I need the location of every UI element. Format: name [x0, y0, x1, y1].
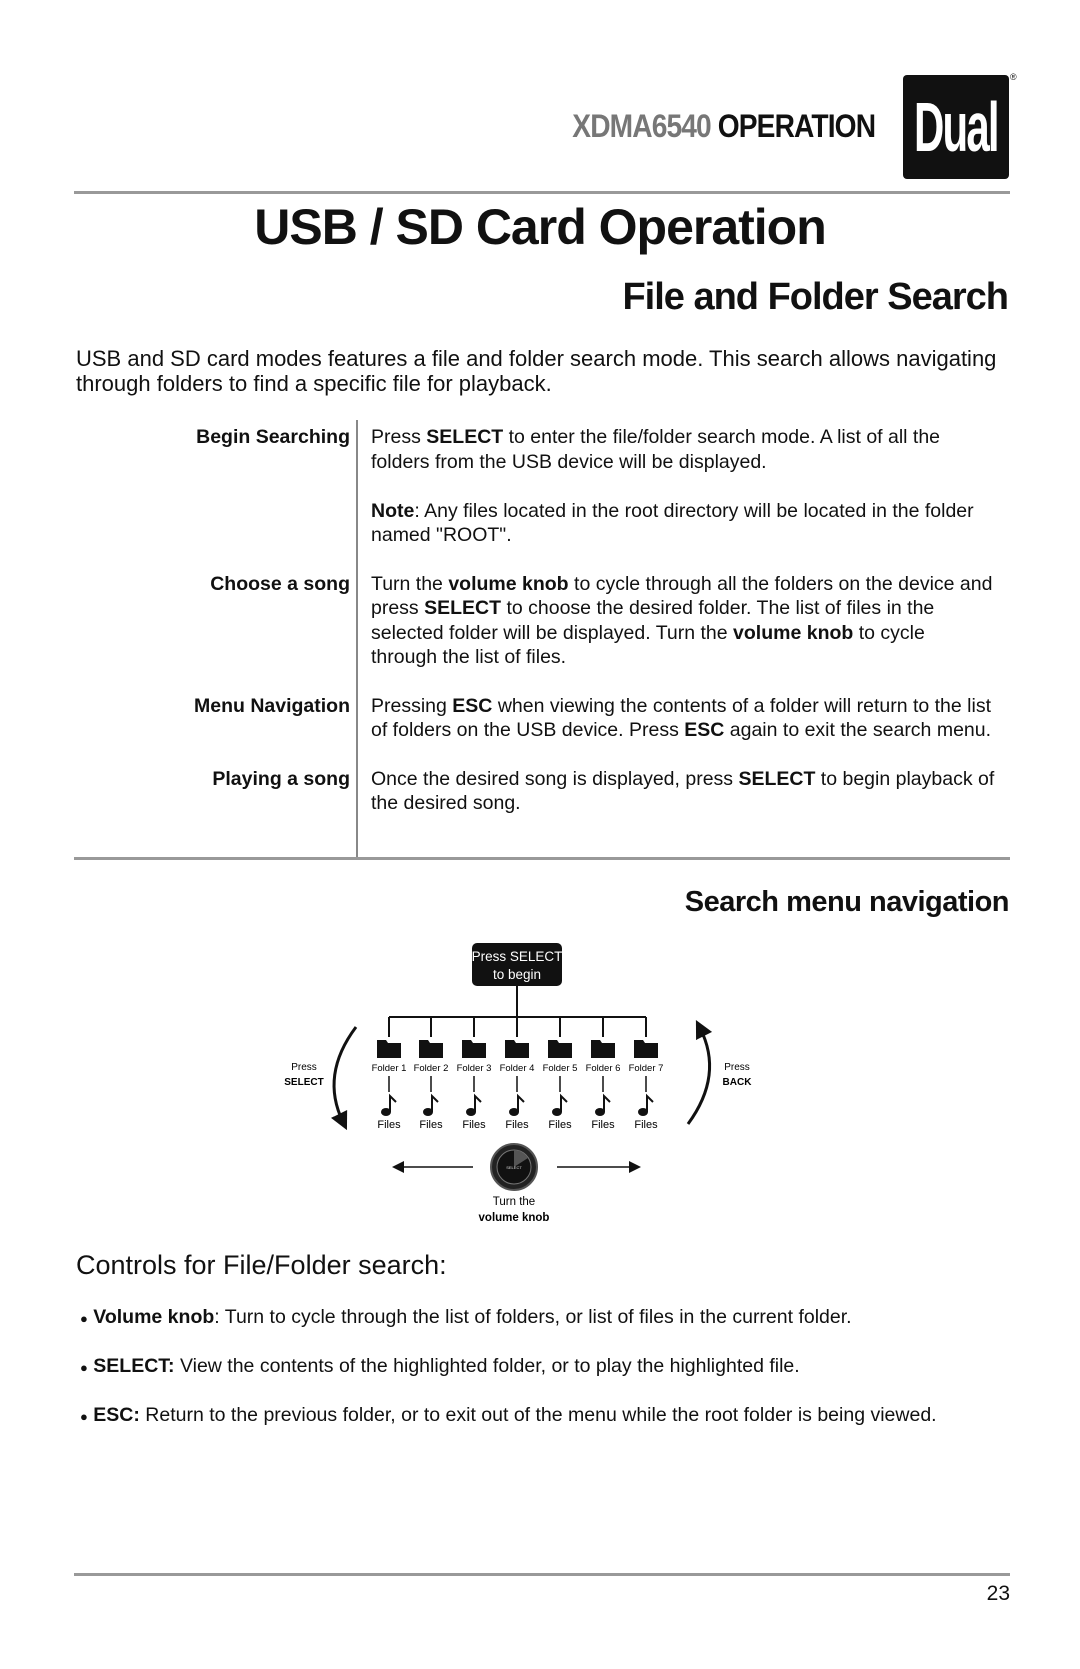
- left-label-press: Press: [291, 1062, 317, 1073]
- files-label: Files: [419, 1119, 443, 1131]
- volume-knob-icon: SELECT: [490, 1143, 538, 1191]
- files-label: Files: [505, 1119, 529, 1131]
- right-label-press: Press: [724, 1062, 750, 1073]
- files-label: Files: [591, 1119, 615, 1131]
- folder-icon: [419, 1040, 443, 1058]
- back-arrow-icon: [686, 1019, 713, 1125]
- folder-icon: [591, 1040, 615, 1058]
- bullet-icon: ●: [80, 1311, 88, 1326]
- folder-icon: [505, 1040, 529, 1058]
- knob-caption-2: volume knob: [479, 1212, 550, 1224]
- files-label: Files: [462, 1119, 486, 1131]
- folder-icon: [634, 1040, 658, 1058]
- bullet-icon: ●: [80, 1360, 88, 1375]
- folder-label: Folder 5: [543, 1063, 578, 1074]
- folder-label: Folder 1: [372, 1063, 407, 1074]
- files-label: Files: [548, 1119, 572, 1131]
- folder-label: Folder 3: [457, 1063, 492, 1074]
- page-number: 23: [986, 1582, 1010, 1605]
- knob-caption-1: Turn the: [493, 1196, 535, 1208]
- folder-label: Folder 2: [414, 1063, 449, 1074]
- files-label: Files: [377, 1119, 401, 1131]
- right-label-back: BACK: [723, 1077, 753, 1088]
- files-label: Files: [634, 1119, 658, 1131]
- footer-rule: [74, 1573, 1010, 1576]
- folder-icon: [548, 1040, 572, 1058]
- control-bullet: ● ESC: Return to the previous folder, or…: [80, 1404, 937, 1426]
- bullet-icon: ●: [80, 1409, 88, 1424]
- folder-label: Folder 7: [629, 1063, 664, 1074]
- controls-heading: Controls for File/Folder search:: [76, 1250, 447, 1280]
- knob-label: SELECT: [506, 1165, 522, 1170]
- start-box-line1: Press SELECT: [472, 949, 563, 964]
- folder-label: Folder 6: [586, 1063, 621, 1074]
- folder-label: Folder 4: [500, 1063, 535, 1074]
- control-bullet: ● Volume knob: Turn to cycle through the…: [80, 1306, 852, 1328]
- left-label-select: SELECT: [284, 1077, 323, 1088]
- folder-icon: [462, 1040, 486, 1058]
- select-arrow-icon: [330, 1026, 358, 1131]
- control-bullet: ● SELECT: View the contents of the highl…: [80, 1355, 800, 1377]
- start-box-line2: to begin: [493, 967, 541, 982]
- folder-icon: [377, 1040, 401, 1058]
